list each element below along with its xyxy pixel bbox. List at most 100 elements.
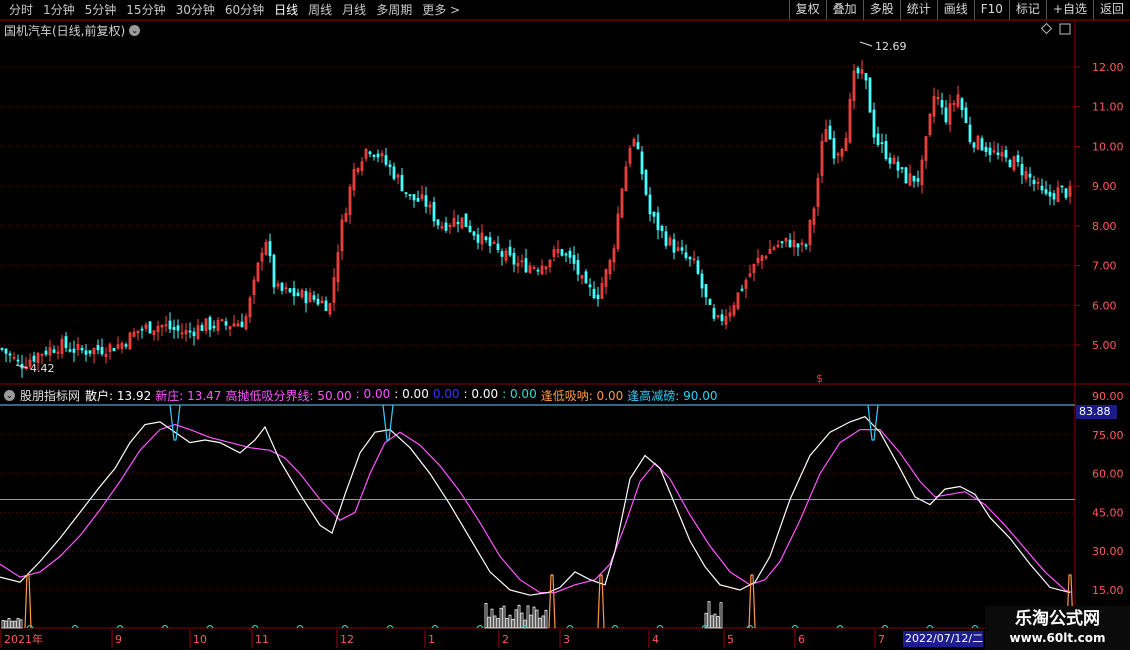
candle-body [272,254,276,288]
signal-bar [16,618,20,629]
candle-body [904,167,908,184]
date-label-9: 5 [727,633,734,646]
signal-bar [499,607,503,629]
signal-bar [505,618,509,629]
price-label-7: 5.00 [1092,339,1117,352]
candle-body [416,197,420,202]
candle-body [304,291,308,304]
candle-body [296,292,300,297]
candle-body [376,153,380,158]
indicator-value-7: : 0.00 [502,387,537,401]
signal-bar [517,604,521,629]
candle-body [488,237,492,247]
candle-body [1004,150,1008,158]
price-label-1: 11.00 [1092,101,1124,114]
candle-body [208,317,212,330]
candle-body [32,355,36,362]
candle-body [880,142,884,145]
candle-body [576,260,580,275]
date-label-0: 2021年 [4,632,43,646]
candle-body [508,246,512,256]
candle-body [432,202,436,222]
signal-bar [13,620,17,629]
buy-signal-spike [548,574,556,629]
date-label-3: 11 [255,633,269,646]
candle-body [592,288,596,299]
candle-body [680,247,684,251]
candle-body [1032,179,1036,185]
candle-body [392,166,396,179]
signal-bar [544,610,548,629]
signal-bar [493,615,497,629]
low-price-label: 4.42 [30,362,55,375]
candle-body [828,125,832,140]
signal-bar [502,605,506,629]
candle-body [788,239,792,248]
price-label-0: 12.00 [1092,61,1124,74]
signal-bar [707,601,711,629]
price-label-4: 8.00 [1092,220,1117,233]
candle-body [44,350,48,355]
candle-body [1064,188,1068,198]
xinzhuang-line [0,423,1073,594]
current-date-box: 2022/07/12/二 [903,631,983,647]
candle-body [684,252,688,258]
date-label-5: 1 [428,633,435,646]
signal-bar [508,614,512,629]
indicator-value-9: 逢高减磅: 90.00 [627,389,718,403]
watermark-logo: 乐淘公式网 www.60lt.com [985,606,1130,650]
indicator-title-bar: ⌄ 股朋指标网 散户: 13.92 新庄: 13.47 高抛低吸分界线: 50.00… [4,387,718,404]
candle-body [896,161,900,171]
candlestick-chart[interactable]: 12.0011.0010.009.008.007.006.005.0090.00… [0,0,1130,650]
indicator-value-3: : 0.00 [355,387,391,401]
candle-body [80,347,84,351]
candle-body [456,221,460,225]
candle-body [700,273,704,289]
candle-body [412,194,416,201]
candle-body [524,258,528,273]
candle-body [696,260,700,274]
signal-bar [713,613,717,629]
candle-body [564,253,568,256]
candle-body [484,236,488,241]
candle-body [832,138,836,159]
candle-body [536,269,540,272]
high-price-label: 12.69 [875,40,907,53]
candle-body [444,222,448,231]
candle-body [1044,189,1048,194]
candle-body [888,157,892,164]
candle-body [964,107,968,123]
candle-body [472,231,476,236]
ind-axis-label-0: 90.00 [1092,390,1124,403]
candle-body [568,250,572,258]
candle-body [648,194,652,215]
s-marker: $ [816,372,823,385]
candle-body [876,133,880,145]
signal-bar [538,617,542,629]
candle-body [404,192,408,194]
candle-body [0,348,4,350]
signal-bar [526,605,530,629]
candle-body [984,146,988,152]
candle-body [636,142,640,150]
window-icon [1059,23,1071,35]
chevron-down-icon[interactable]: ⌄ [4,390,15,401]
candle-body [996,152,1000,156]
signal-bar [541,615,545,629]
candle-body [288,288,292,293]
candle-body [944,107,948,123]
candle-body [292,288,296,297]
diamond-icon [1040,22,1053,35]
candle-body [704,284,708,298]
candle-body [572,254,576,264]
indicator-values: 散户: 13.92 新庄: 13.47 高抛低吸分界线: 50.00: 0.00: … [85,387,717,404]
candle-body [240,321,244,328]
candle-body [712,308,716,319]
candle-body [124,344,128,347]
candle-body [672,239,676,253]
signal-bar [535,609,539,629]
candle-body [864,73,868,81]
candle-body [188,330,192,333]
candle-body [972,142,976,148]
signal-bar [520,612,524,629]
